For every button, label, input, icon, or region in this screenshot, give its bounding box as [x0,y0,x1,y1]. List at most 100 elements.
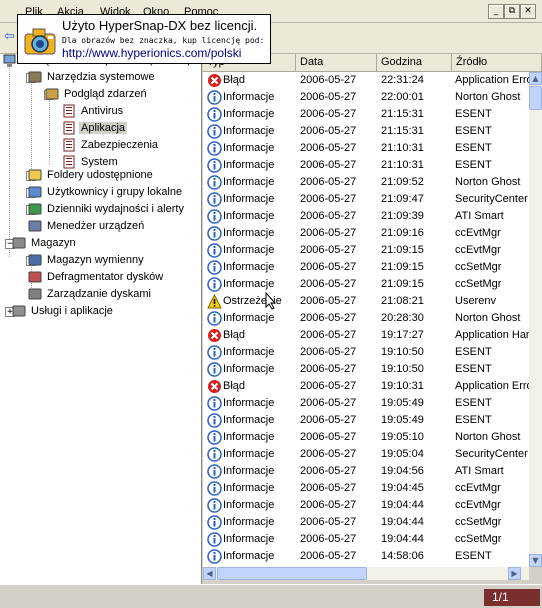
column-header-date[interactable]: Data [296,54,377,71]
event-source-cell: ccEvtMgr [455,482,501,494]
tree-node-11[interactable]: +Magazyn wymienny [0,252,200,269]
event-type-cell: Informacje [223,142,275,154]
event-date-cell: 2006-05-27 [300,380,357,392]
vertical-scroll-thumb[interactable] [529,86,542,110]
table-row[interactable]: Informacje 2006-05-27 21:15:31 ESENT [203,123,529,140]
table-row[interactable]: Informacje 2006-05-27 20:28:30 Norton Ghost [203,310,529,327]
column-header-source[interactable]: Źródło [452,54,542,71]
event-type-cell: Informacje [223,431,275,443]
table-row[interactable]: Informacje 2006-05-27 21:09:47 SecurityCent… [203,191,529,208]
table-row[interactable]: Informacje 2006-05-27 21:09:39 ATI Smart [203,208,529,225]
tree-node-6[interactable]: +Foldery udostępnione [0,167,200,184]
event-source-cell: Norton Ghost [455,312,521,324]
table-row[interactable]: Informacje 2006-05-27 19:04:56 ATI Smart [203,463,529,480]
tree-node-14[interactable]: + Usługi i aplikacje [0,303,200,320]
error-icon [208,380,221,393]
info-icon [207,481,222,496]
event-source-cell: ESENT [455,125,492,137]
tree-node-8[interactable]: +Dzienniki wydajności i alerty [0,201,200,218]
info-icon [207,345,222,360]
event-date-cell: 2006-05-27 [300,261,357,273]
table-row[interactable]: Informacje 2006-05-27 21:09:15 ccSetMgr [203,259,529,276]
event-type-cell: Informacje [223,550,275,562]
event-type-cell: Ostrzeżenie [223,295,282,307]
table-row[interactable]: Informacje 2006-05-27 19:05:49 ESENT [203,395,529,412]
event-type-cell: Informacje [223,465,275,477]
tree-node-4[interactable]: Zabezpieczenia [0,137,200,154]
tree-node-label: Aplikacja [79,122,128,134]
event-date-cell: 2006-05-27 [300,193,357,205]
tree-node-12[interactable]: Defragmentator dysków [0,269,200,286]
event-time-cell: 19:04:44 [381,499,424,511]
scroll-up-icon[interactable]: ▲ [529,72,542,85]
table-row[interactable]: Informacje 2006-05-27 19:04:45 ccEvtMgr [203,480,529,497]
table-row[interactable]: Błąd 2006-05-27 19:17:27 Application Hang [203,327,529,344]
table-row[interactable]: Informacje 2006-05-27 19:05:49 ESENT [203,412,529,429]
restore-button[interactable]: ⧉ [504,4,520,19]
table-row[interactable]: Informacje 2006-05-27 19:05:04 SecurityCent… [203,446,529,463]
table-row[interactable]: Informacje 2006-05-27 19:10:50 ESENT [203,344,529,361]
table-row[interactable]: Informacje 2006-05-27 14:58:06 ESENT [203,548,529,565]
event-source-cell: SecurityCenter [455,448,528,460]
event-date-cell: 2006-05-27 [300,346,357,358]
table-row[interactable]: Informacje 2006-05-27 21:15:31 ESENT [203,106,529,123]
tree-node-0[interactable]: −Narzędzia systemowe [0,69,200,86]
table-row[interactable]: Informacje 2006-05-27 19:10:50 ESENT [203,361,529,378]
vertical-scrollbar[interactable]: ▲ ▼ [529,72,542,567]
minimize-button[interactable]: _ [488,4,504,19]
tree-node-9[interactable]: Menedżer urządzeń [0,218,200,235]
table-row[interactable]: Informacje 2006-05-27 21:10:31 ESENT [203,140,529,157]
tree-node-1[interactable]: −Podgląd zdarzeń [0,86,200,103]
tree-node-2[interactable]: Antivirus [0,103,200,120]
event-date-cell: 2006-05-27 [300,295,357,307]
column-header-time[interactable]: Godzina [377,54,452,71]
table-row[interactable]: Błąd 2006-05-27 19:10:31 Application Error [203,378,529,395]
tree-node-7[interactable]: +Użytkownicy i grupy lokalne [0,184,200,201]
performance-icon [28,203,42,215]
event-source-cell: ccEvtMgr [455,244,501,256]
table-row[interactable]: Ostrzeżenie 2006-05-27 21:08:21 Userenv [203,293,529,310]
table-row[interactable]: Informacje 2006-05-27 21:10:31 ESENT [203,157,529,174]
event-rows: Błąd 2006-05-27 22:31:24 Application Error I… [203,72,529,567]
tree-node-10[interactable]: − Magazyn [0,235,200,252]
info-icon [207,141,222,156]
storage-icon [12,237,26,249]
event-source-cell: ccSetMgr [455,516,502,528]
close-button[interactable]: ✕ [520,4,536,19]
tree-node-3[interactable]: Aplikacja [0,120,200,137]
tree-node-label: Antivirus [81,105,124,117]
event-source-cell: ESENT [455,397,492,409]
tree-node-label: Menedżer urządzeń [47,220,145,232]
horizontal-scrollbar[interactable]: ◀ ▶ [203,567,529,580]
event-time-cell: 19:04:44 [381,516,424,528]
table-row[interactable]: Informacje 2006-05-27 21:09:16 ccEvtMgr [203,225,529,242]
table-row[interactable]: Informacje 2006-05-27 19:05:10 Norton Ghost [203,429,529,446]
info-icon [207,413,222,428]
event-source-cell: ccSetMgr [455,261,502,273]
event-date-cell: 2006-05-27 [300,448,357,460]
horizontal-scroll-thumb[interactable] [217,567,367,580]
event-time-cell: 19:10:50 [381,363,424,375]
event-source-cell: ATI Smart [455,465,504,477]
event-type-cell: Błąd [223,74,246,86]
table-row[interactable]: Informacje 2006-05-27 19:04:44 ccEvtMgr [203,497,529,514]
event-viewer-icon [45,88,59,100]
table-row[interactable]: Informacje 2006-05-27 21:09:15 ccSetMgr [203,276,529,293]
table-row[interactable]: Informacje 2006-05-27 21:09:52 Norton Ghost [203,174,529,191]
watermark-url[interactable]: http://www.hyperionics.com/polski [62,46,241,60]
scroll-down-icon[interactable]: ▼ [529,554,542,567]
scroll-right-icon[interactable]: ▶ [508,567,521,580]
table-row[interactable]: Informacje 2006-05-27 19:04:44 ccSetMgr [203,531,529,548]
table-row[interactable]: Błąd 2006-05-27 22:31:24 Application Error [203,72,529,89]
warning-icon [207,294,222,309]
table-row[interactable]: Informacje 2006-05-27 19:04:44 ccSetMgr [203,514,529,531]
event-time-cell: 19:10:31 [381,380,424,392]
back-arrow-icon[interactable]: ⇦ [4,29,15,44]
table-row[interactable]: Informacje 2006-05-27 22:00:01 Norton Ghost [203,89,529,106]
tree-node-13[interactable]: Zarządzanie dyskami [0,286,200,303]
event-date-cell: 2006-05-27 [300,516,357,528]
table-row[interactable]: Informacje 2006-05-27 21:09:15 ccEvtMgr [203,242,529,259]
event-date-cell: 2006-05-27 [300,482,357,494]
info-icon [207,124,222,139]
scroll-left-icon[interactable]: ◀ [203,567,216,580]
